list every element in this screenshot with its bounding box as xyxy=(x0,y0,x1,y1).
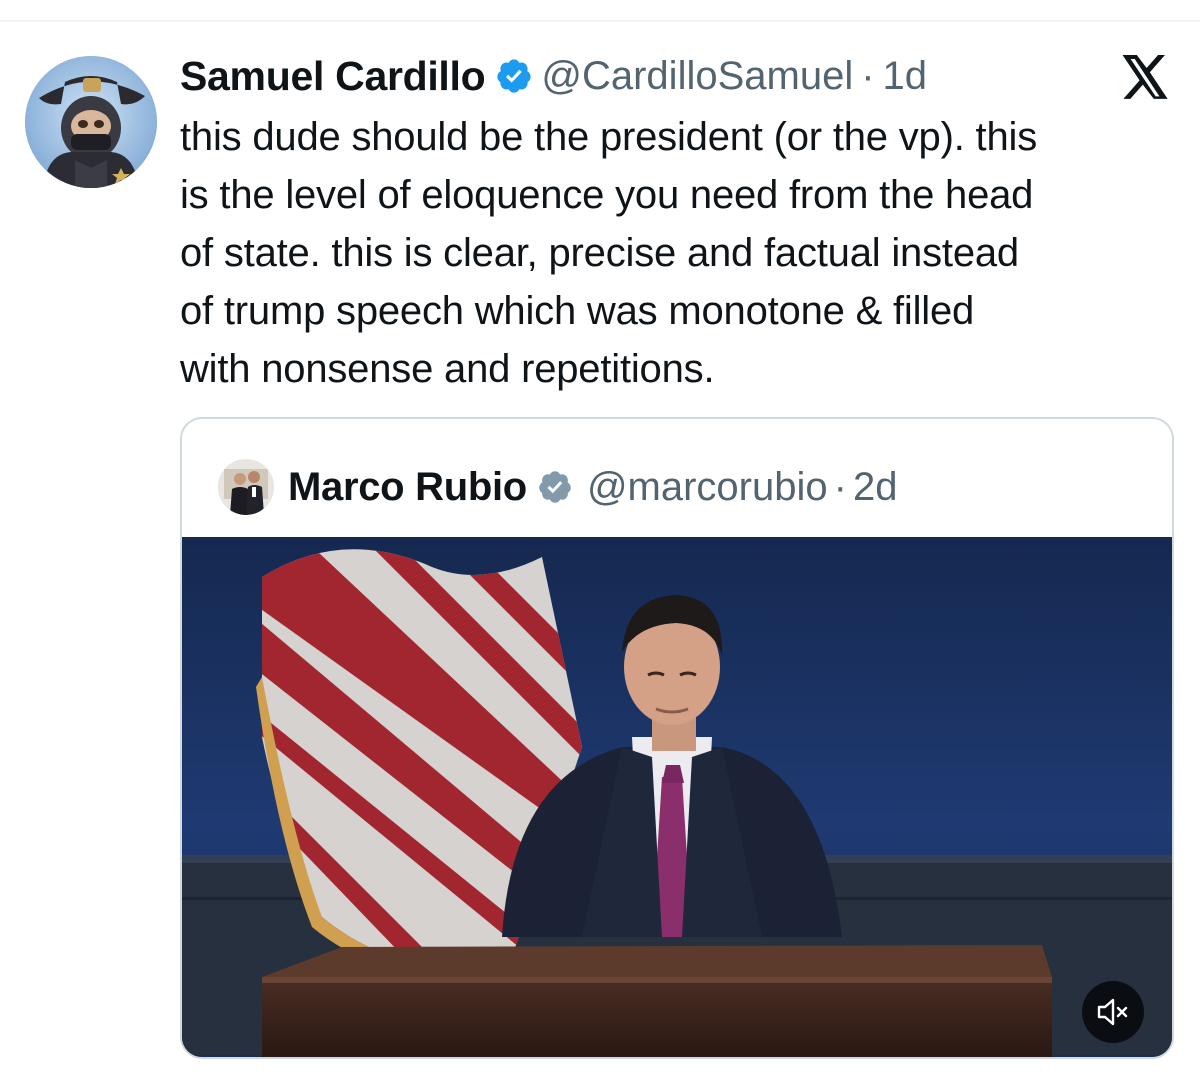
separator-dot: · xyxy=(861,53,875,98)
video-player[interactable] xyxy=(182,537,1172,1057)
verified-badge-icon xyxy=(497,59,531,93)
author-handle[interactable]: @CardilloSamuel xyxy=(541,54,853,99)
tweet-timestamp[interactable]: 1d xyxy=(883,54,928,99)
quoted-author-display-name[interactable]: Marco Rubio xyxy=(288,465,527,510)
quoted-tweet-card[interactable]: Marco Rubio @marcorubio · 2d xyxy=(180,417,1174,1059)
tweet-header: Samuel Cardillo @CardilloSamuel · 1d xyxy=(180,50,927,102)
author-avatar[interactable] xyxy=(25,56,157,188)
verified-badge-icon xyxy=(539,471,571,503)
separator-dot: · xyxy=(833,464,847,509)
quoted-author-handle[interactable]: @marcorubio xyxy=(587,465,828,510)
tweet: Samuel Cardillo @CardilloSamuel · 1d thi… xyxy=(0,0,1200,1085)
tweet-text: this dude should be the president (or th… xyxy=(180,115,1037,391)
quoted-author-avatar[interactable] xyxy=(218,459,274,515)
mute-button[interactable] xyxy=(1082,981,1144,1043)
x-logo-icon[interactable] xyxy=(1118,55,1172,101)
quoted-tweet-header: Marco Rubio @marcorubio · 2d xyxy=(218,459,897,515)
avatar-image xyxy=(25,56,157,188)
quoted-avatar-image xyxy=(218,459,274,515)
author-display-name[interactable]: Samuel Cardillo xyxy=(180,53,486,100)
volume-muted-icon xyxy=(1097,998,1128,1026)
video-frame xyxy=(182,537,1172,1057)
quoted-tweet-timestamp[interactable]: 2d xyxy=(853,465,898,510)
